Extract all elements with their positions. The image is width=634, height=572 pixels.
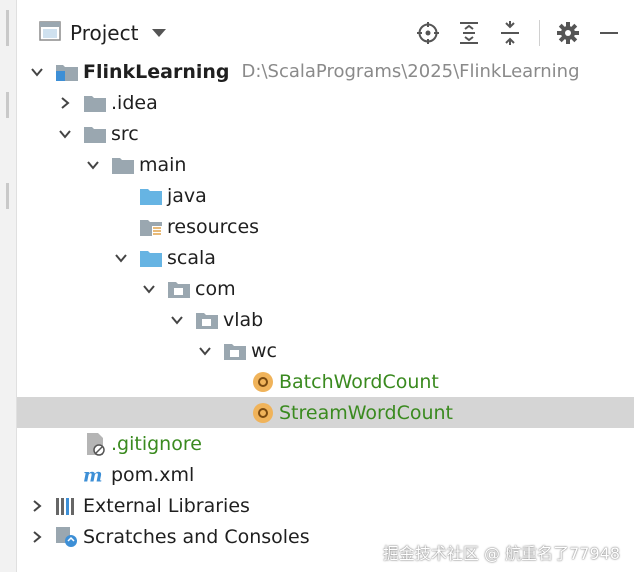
tree-label: main [139, 153, 187, 176]
resources-folder-icon [139, 216, 163, 238]
tree-label: vlab [223, 308, 264, 331]
tree-label: External Libraries [83, 494, 250, 517]
source-folder-icon [139, 247, 163, 269]
left-edge [0, 0, 16, 572]
chevron-down-icon[interactable] [113, 250, 129, 266]
toolbar-separator [539, 20, 540, 46]
maven-icon: m [83, 464, 107, 486]
chevron-down-icon[interactable] [152, 29, 167, 37]
tree-label: BatchWordCount [279, 370, 439, 393]
minimize-icon[interactable] [596, 18, 622, 48]
folder-icon [83, 123, 107, 145]
tree-row-src[interactable]: src [17, 118, 634, 149]
chevron-down-icon[interactable] [57, 126, 73, 142]
project-module-icon [55, 61, 79, 83]
tree-row-resources[interactable]: resources [17, 211, 634, 242]
package-icon [167, 278, 191, 300]
folder-icon [83, 92, 107, 114]
tree-row-external-libraries[interactable]: External Libraries [17, 490, 634, 521]
chevron-right-icon[interactable] [57, 95, 73, 111]
tree-label: scala [167, 246, 216, 269]
tree-row-com[interactable]: com [17, 273, 634, 304]
project-panel: Project FlinkLearning D:\ScalaPrograms\2… [16, 0, 634, 572]
tree-row-scala[interactable]: scala [17, 242, 634, 273]
tree-label: StreamWordCount [279, 401, 454, 424]
locate-icon[interactable] [415, 18, 441, 48]
expand-all-icon[interactable] [456, 18, 482, 48]
tree-row-streamwordcount[interactable]: StreamWordCount [17, 397, 634, 428]
watermark: 掘金技术社区 @ 航重名了77948 [382, 544, 620, 563]
chevron-down-icon[interactable] [29, 64, 45, 80]
tree-label: java [167, 184, 207, 207]
source-folder-icon [139, 185, 163, 207]
project-window-icon [39, 21, 61, 45]
panel-title: Project [70, 21, 139, 45]
tree-row-idea[interactable]: .idea [17, 87, 634, 118]
tree-row-vlab[interactable]: vlab [17, 304, 634, 335]
chevron-down-icon[interactable] [85, 157, 101, 173]
tree-label: wc [251, 339, 277, 362]
package-icon [223, 340, 247, 362]
chevron-right-icon[interactable] [29, 498, 45, 514]
collapse-all-icon[interactable] [497, 18, 523, 48]
tree-row-project-root[interactable]: FlinkLearning D:\ScalaPrograms\2025\Flin… [17, 56, 634, 87]
ignored-file-icon [83, 432, 107, 456]
tree-row-batchwordcount[interactable]: BatchWordCount [17, 366, 634, 397]
chevron-right-icon[interactable] [29, 529, 45, 545]
tree-label: .idea [111, 91, 158, 114]
tree-label: pom.xml [111, 463, 195, 486]
tree-label: com [195, 277, 236, 300]
tree-row-gitignore[interactable]: .gitignore [17, 428, 634, 459]
tree-row-pom[interactable]: m pom.xml [17, 459, 634, 490]
tree-label: src [111, 122, 139, 145]
tree-row-wc[interactable]: wc [17, 335, 634, 366]
package-icon [195, 309, 219, 331]
gear-icon[interactable] [555, 18, 581, 48]
scratches-icon [55, 526, 79, 548]
scala-object-icon [251, 402, 275, 424]
tree-label: Scratches and Consoles [83, 525, 310, 548]
tree-label: FlinkLearning [83, 60, 230, 83]
scala-object-icon [251, 371, 275, 393]
tree-row-java[interactable]: java [17, 180, 634, 211]
panel-header: Project [17, 10, 634, 56]
project-view-selector[interactable]: Project [17, 21, 167, 45]
project-path: D:\ScalaPrograms\2025\FlinkLearning [241, 61, 580, 82]
library-icon [55, 495, 79, 517]
chevron-down-icon[interactable] [141, 281, 157, 297]
tree-label: .gitignore [111, 432, 202, 455]
svg-text:m: m [83, 465, 103, 485]
chevron-down-icon[interactable] [169, 312, 185, 328]
tree-label: resources [167, 215, 260, 238]
chevron-down-icon[interactable] [197, 343, 213, 359]
folder-icon [111, 154, 135, 176]
tree-row-main[interactable]: main [17, 149, 634, 180]
header-toolbar [400, 18, 622, 48]
